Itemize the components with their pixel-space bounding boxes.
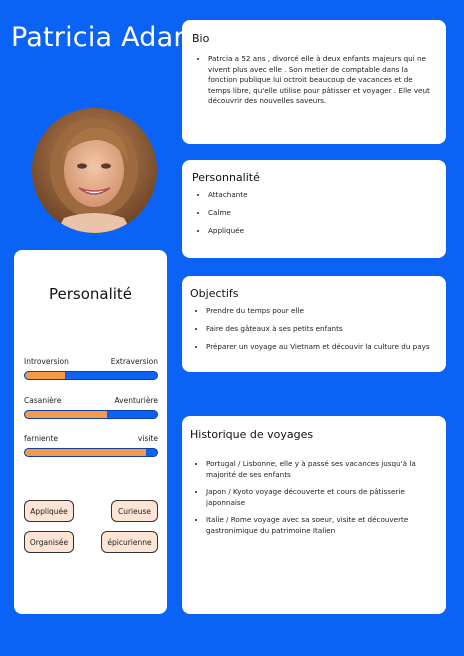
list-item: Japon / Kyoto voyage découverte et cours…	[206, 487, 438, 508]
slider-left-label: farniente	[24, 434, 58, 443]
slider-track	[24, 410, 158, 419]
tag-curieuse: Curieuse	[111, 500, 158, 522]
list-item: Italie / Rome voyage avec sa soeur, visi…	[206, 515, 438, 536]
tag-epicurienne: épicurienne	[101, 531, 158, 553]
personnalite-card: Personnalité Attachante Calme Appliquée	[182, 160, 446, 258]
personnalite-title: Personnalité	[192, 171, 260, 184]
slider-fill	[25, 411, 107, 418]
objectifs-title: Objectifs	[190, 287, 239, 300]
slider-track	[24, 371, 158, 380]
slider-fill	[25, 372, 65, 379]
slider-right-label: visite	[137, 434, 158, 443]
bio-text: Patrcia a 52 ans , divorcé elle à deux e…	[208, 54, 436, 107]
historique-card: Historique de voyages Portugal / Lisbonn…	[182, 416, 446, 614]
slider-right-label: Extraversion	[110, 357, 158, 366]
tag-organisee: Organisée	[24, 531, 74, 553]
slider-left-label: Introversion	[24, 357, 69, 366]
tag-appliquee: Appliquée	[24, 500, 74, 522]
personalite-panel: Personalité Introversion Extraversion Ca…	[14, 250, 167, 614]
slider-farniente-visite: farniente visite	[24, 434, 158, 457]
list-item: Attachante	[208, 190, 436, 201]
portrait-image	[32, 108, 157, 233]
list-item: Prendre du temps pour elle	[206, 306, 438, 317]
list-item: Préparer un voyage au Vietnam et découvi…	[206, 342, 438, 353]
slider-casaniere-aventuriere: Casanière Aventurière	[24, 396, 158, 419]
personalite-panel-title: Personalité	[48, 285, 133, 303]
slider-left-label: Casanière	[24, 396, 62, 405]
slider-introversion-extraversion: Introversion Extraversion	[24, 357, 158, 380]
profile-photo	[32, 108, 157, 233]
bio-title: Bio	[192, 32, 210, 45]
list-item: Calme	[208, 208, 436, 219]
list-item: Appliquée	[208, 226, 436, 237]
list-item: Faire des gâteaux à ses petits enfants	[206, 324, 438, 335]
bio-card: Bio Patrcia a 52 ans , divorcé elle à de…	[182, 20, 446, 144]
historique-title: Historique de voyages	[190, 428, 314, 441]
persona-name: Patricia Adam	[11, 22, 200, 53]
slider-track	[24, 448, 158, 457]
slider-right-label: Aventurière	[114, 396, 158, 405]
slider-fill	[25, 449, 147, 456]
objectifs-card: Objectifs Prendre du temps pour elle Fai…	[182, 276, 446, 372]
list-item: Portugal / Lisbonne, elle y à passé ses …	[206, 459, 438, 480]
